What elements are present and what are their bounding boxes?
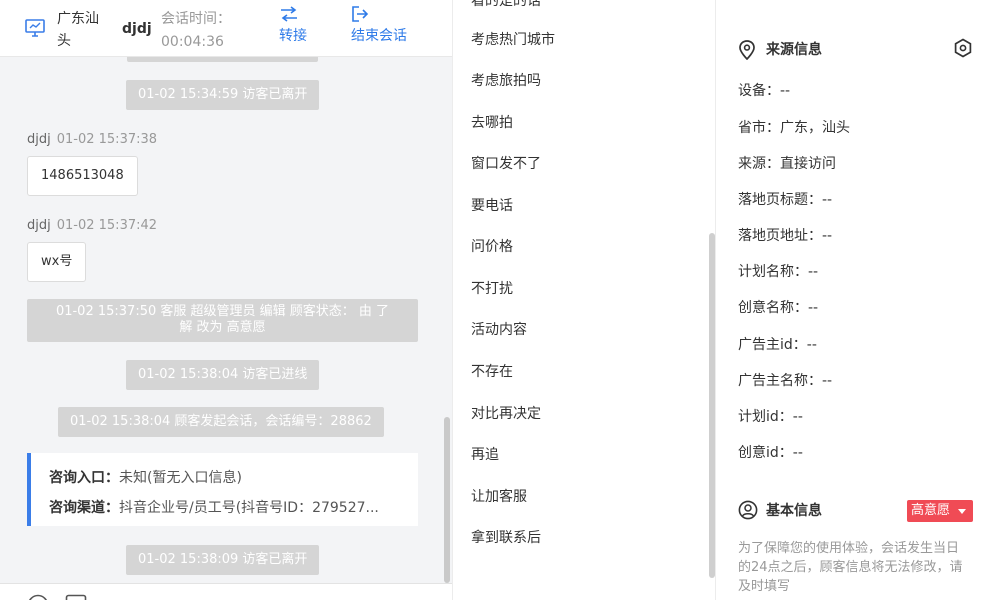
session-time: 00:04:36 xyxy=(161,34,224,50)
settings-hex-icon[interactable] xyxy=(953,38,973,62)
logout-icon xyxy=(352,6,369,22)
quick-reply-item[interactable]: 对比再决定 xyxy=(471,404,541,424)
field-landing-url: 落地页地址：-- xyxy=(738,228,833,244)
end-session-button[interactable]: 结束会话 xyxy=(351,6,407,46)
quick-reply-item[interactable]: 窗口发不了 xyxy=(471,154,541,174)
quick-reply-item-partial[interactable]: 看的是的话 xyxy=(471,0,541,11)
quick-reply-item[interactable]: 考虑热门城市 xyxy=(471,30,555,50)
basic-info-title: 基本信息 xyxy=(766,503,822,519)
consult-entry-value: 未知(暂无入口信息) xyxy=(119,470,242,486)
monitor-icon xyxy=(25,19,45,37)
consult-info-card: 咨询入口：未知(暂无入口信息) 咨询渠道：抖音企业号/员工号(抖音号ID：279… xyxy=(27,453,418,526)
quick-reply-item[interactable]: 不打扰 xyxy=(471,279,513,299)
consult-channel-row: 咨询渠道：抖音企业号/员工号(抖音号ID：279527... xyxy=(49,493,409,523)
quick-reply-item[interactable]: 考虑旅拍吗 xyxy=(471,71,541,91)
message-bubble[interactable]: 1486513048 xyxy=(27,156,138,196)
message-time: 01-02 15:37:38 xyxy=(56,132,158,147)
source-info-title: 来源信息 xyxy=(766,42,822,58)
chat-toolbar xyxy=(0,583,452,600)
field-advertiser-id: 广告主id：-- xyxy=(738,337,817,353)
system-message: 01-02 15:38:09 访客已离开 xyxy=(126,545,320,575)
chat-scrollbar[interactable] xyxy=(444,417,450,583)
field-plan-id: 计划id：-- xyxy=(738,409,803,425)
field-device: 设备：-- xyxy=(738,83,791,99)
system-message: 01-02 15:34:59 访客已离开 xyxy=(126,80,320,110)
field-landing-title: 落地页标题：-- xyxy=(738,192,833,208)
message-bubble[interactable]: wx号 xyxy=(27,242,87,282)
consult-entry-label: 咨询入口： xyxy=(49,470,119,486)
quick-reply-scrollbar[interactable] xyxy=(709,233,715,578)
quick-reply-list: 看的是的话 考虑热门城市 考虑旅拍吗 去哪拍 窗口发不了 要电话 问价格 不打扰… xyxy=(452,0,716,600)
transfer-icon xyxy=(281,6,297,22)
session-time-label: 会话时间： xyxy=(161,11,231,27)
field-creative-name: 创意名称：-- xyxy=(738,300,819,316)
caret-down-icon xyxy=(958,509,966,514)
message-time: 01-02 15:37:42 xyxy=(56,218,158,233)
visitor-info-panel: 来源信息 设备：-- 省市：广东，汕头 来源：直接访问 落地页标题：-- 落地页… xyxy=(716,0,997,600)
end-session-label: 结束会话 xyxy=(351,28,407,44)
quick-reply-item[interactable]: 要电话 xyxy=(471,196,513,216)
quick-reply-item[interactable]: 拿到联系后 xyxy=(471,528,541,548)
location-pin-icon xyxy=(738,40,756,64)
field-creative-id: 创意id：-- xyxy=(738,445,803,461)
message-author: djdj xyxy=(27,132,51,147)
field-province-city: 省市：广东，汕头 xyxy=(738,120,850,136)
image-icon[interactable] xyxy=(65,594,87,600)
field-plan-name: 计划名称：-- xyxy=(738,264,819,280)
quick-reply-item[interactable]: 去哪拍 xyxy=(471,113,513,133)
system-message: 01-02 15:38:04 访客已进线 xyxy=(126,360,320,390)
user-icon xyxy=(738,500,758,524)
quick-reply-item[interactable]: 不存在 xyxy=(471,362,513,382)
system-message-status-change: 01-02 15:37:50 客服 超级管理员 编辑 顾客状态： 由 了解 改为… xyxy=(27,299,418,342)
field-source: 来源：直接访问 xyxy=(738,156,836,172)
consult-channel-label: 咨询渠道： xyxy=(49,500,119,516)
consult-entry-row: 咨询入口：未知(暂无入口信息) xyxy=(49,463,409,493)
emoji-icon[interactable] xyxy=(27,594,49,600)
chat-header: 广东汕头 djdj 会话时间： 00:04:36 转接 结束会话 xyxy=(0,0,452,57)
chat-panel: 01-02 15:34:59 访客已离开 djdj 01-02 15:37:38 … xyxy=(0,0,452,600)
quick-reply-item[interactable]: 让加客服 xyxy=(471,487,527,507)
agent-name: djdj xyxy=(122,21,152,37)
quick-reply-item[interactable]: 活动内容 xyxy=(471,320,527,340)
message-author: djdj xyxy=(27,218,51,233)
quick-reply-item[interactable]: 问价格 xyxy=(471,237,513,257)
quick-reply-item[interactable]: 再追 xyxy=(471,445,499,465)
intent-level-label: 高意愿 xyxy=(911,503,951,518)
transfer-button[interactable]: 转接 xyxy=(279,6,307,46)
message-meta: djdj 01-02 15:37:42 xyxy=(27,218,157,233)
system-message: 01-02 15:38:04 顾客发起会话，会话编号：28862 xyxy=(58,407,384,437)
edit-notice: 为了保障您的使用体验，会话发生当日的24点之后，顾客信息将无法修改，请及时填写 xyxy=(738,541,963,594)
intent-level-dropdown[interactable]: 高意愿 xyxy=(907,500,973,522)
consult-channel-value: 抖音企业号/员工号(抖音号ID：279527... xyxy=(119,500,379,516)
message-meta: djdj 01-02 15:37:38 xyxy=(27,132,157,147)
visitor-location: 广东汕头 xyxy=(57,11,99,49)
transfer-label: 转接 xyxy=(279,28,307,44)
field-advertiser-name: 广告主名称：-- xyxy=(738,373,833,389)
